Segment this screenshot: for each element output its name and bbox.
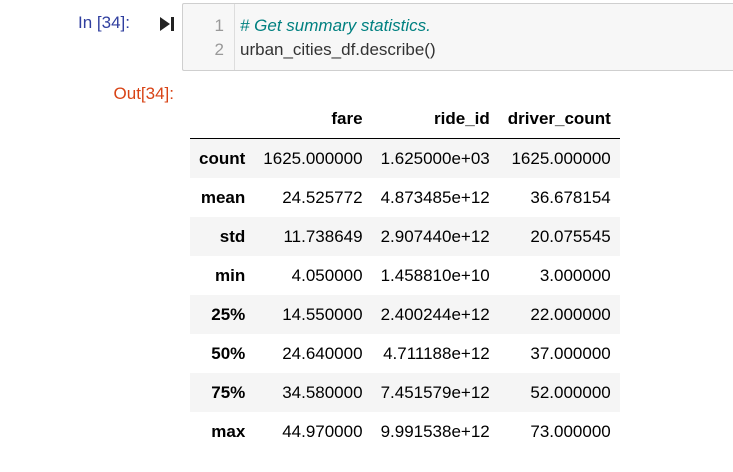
table-cell: 9.991538e+12	[380, 421, 490, 441]
table-row: 50% 24.640000 4.711188e+12 37.000000	[190, 334, 620, 373]
table-cell: 22.000000	[530, 304, 611, 324]
table-cell: 24.640000	[282, 343, 363, 363]
table-cell: 73.000000	[530, 421, 611, 441]
line-number-gutter: 1 2	[183, 4, 235, 70]
output-prompt: Out[34]:	[113, 84, 174, 103]
column-header-fare: fare	[254, 99, 372, 139]
row-label: 25%	[211, 304, 246, 324]
row-label: max	[211, 421, 246, 441]
table-header-row: fare ride_id driver_count	[190, 99, 620, 139]
table-cell: 52.000000	[530, 382, 611, 402]
row-label: min	[215, 265, 246, 285]
row-label: std	[219, 226, 246, 246]
table-row: 25% 14.550000 2.400244e+12 22.000000	[190, 295, 620, 334]
input-prompt: In [34]:	[78, 13, 130, 32]
table-cell: 36.678154	[530, 187, 611, 207]
table-cell: 1.625000e+03	[380, 148, 490, 168]
row-label: count	[199, 148, 246, 168]
table-cell: 7.451579e+12	[380, 382, 490, 402]
table-row: count 1625.000000 1.625000e+03 1625.0000…	[190, 138, 620, 178]
table-row: 75% 34.580000 7.451579e+12 52.000000	[190, 373, 620, 412]
table-cell: 37.000000	[530, 343, 611, 363]
table-cell: 1625.000000	[511, 148, 611, 168]
table-cell: 24.525772	[282, 187, 363, 207]
table-cell: 14.550000	[282, 304, 363, 324]
column-header-driver-count: driver_count	[498, 99, 620, 139]
table-row: std 11.738649 2.907440e+12 20.075545	[190, 217, 620, 256]
table-row: min 4.050000 1.458810e+10 3.000000	[190, 256, 620, 295]
row-label: mean	[200, 187, 246, 207]
table-cell: 3.000000	[539, 265, 611, 285]
table-cell: 11.738649	[283, 226, 363, 246]
index-header	[190, 99, 255, 139]
row-label: 75%	[211, 382, 246, 402]
code-statement-line[interactable]: urban_cities_df.describe()	[240, 40, 436, 60]
table-cell: 34.580000	[282, 382, 363, 402]
table-row: mean 24.525772 4.873485e+12 36.678154	[190, 178, 620, 217]
column-header-ride-id: ride_id	[371, 99, 499, 139]
table-cell: 2.907440e+12	[380, 226, 490, 246]
table-cell: 2.400244e+12	[380, 304, 490, 324]
table-cell: 20.075545	[530, 226, 611, 246]
run-cell-icon[interactable]	[159, 15, 175, 33]
line-number: 1	[214, 16, 224, 35]
table-cell: 1.458810e+10	[380, 265, 490, 285]
table-cell: 4.873485e+12	[380, 187, 490, 207]
code-comment-line[interactable]: # Get summary statistics.	[240, 16, 431, 36]
describe-output-table: fare ride_id driver_count count 1625.000…	[190, 99, 620, 451]
table-cell: 44.970000	[282, 421, 363, 441]
line-number: 2	[214, 40, 224, 59]
table-row: max 44.970000 9.991538e+12 73.000000	[190, 412, 620, 451]
table-cell: 4.711188e+12	[383, 343, 490, 363]
table-cell: 4.050000	[291, 265, 363, 285]
code-cell-editor[interactable]: 1 2 # Get summary statistics. urban_citi…	[182, 3, 733, 71]
table-cell: 1625.000000	[263, 148, 363, 168]
row-label: 50%	[211, 343, 246, 363]
